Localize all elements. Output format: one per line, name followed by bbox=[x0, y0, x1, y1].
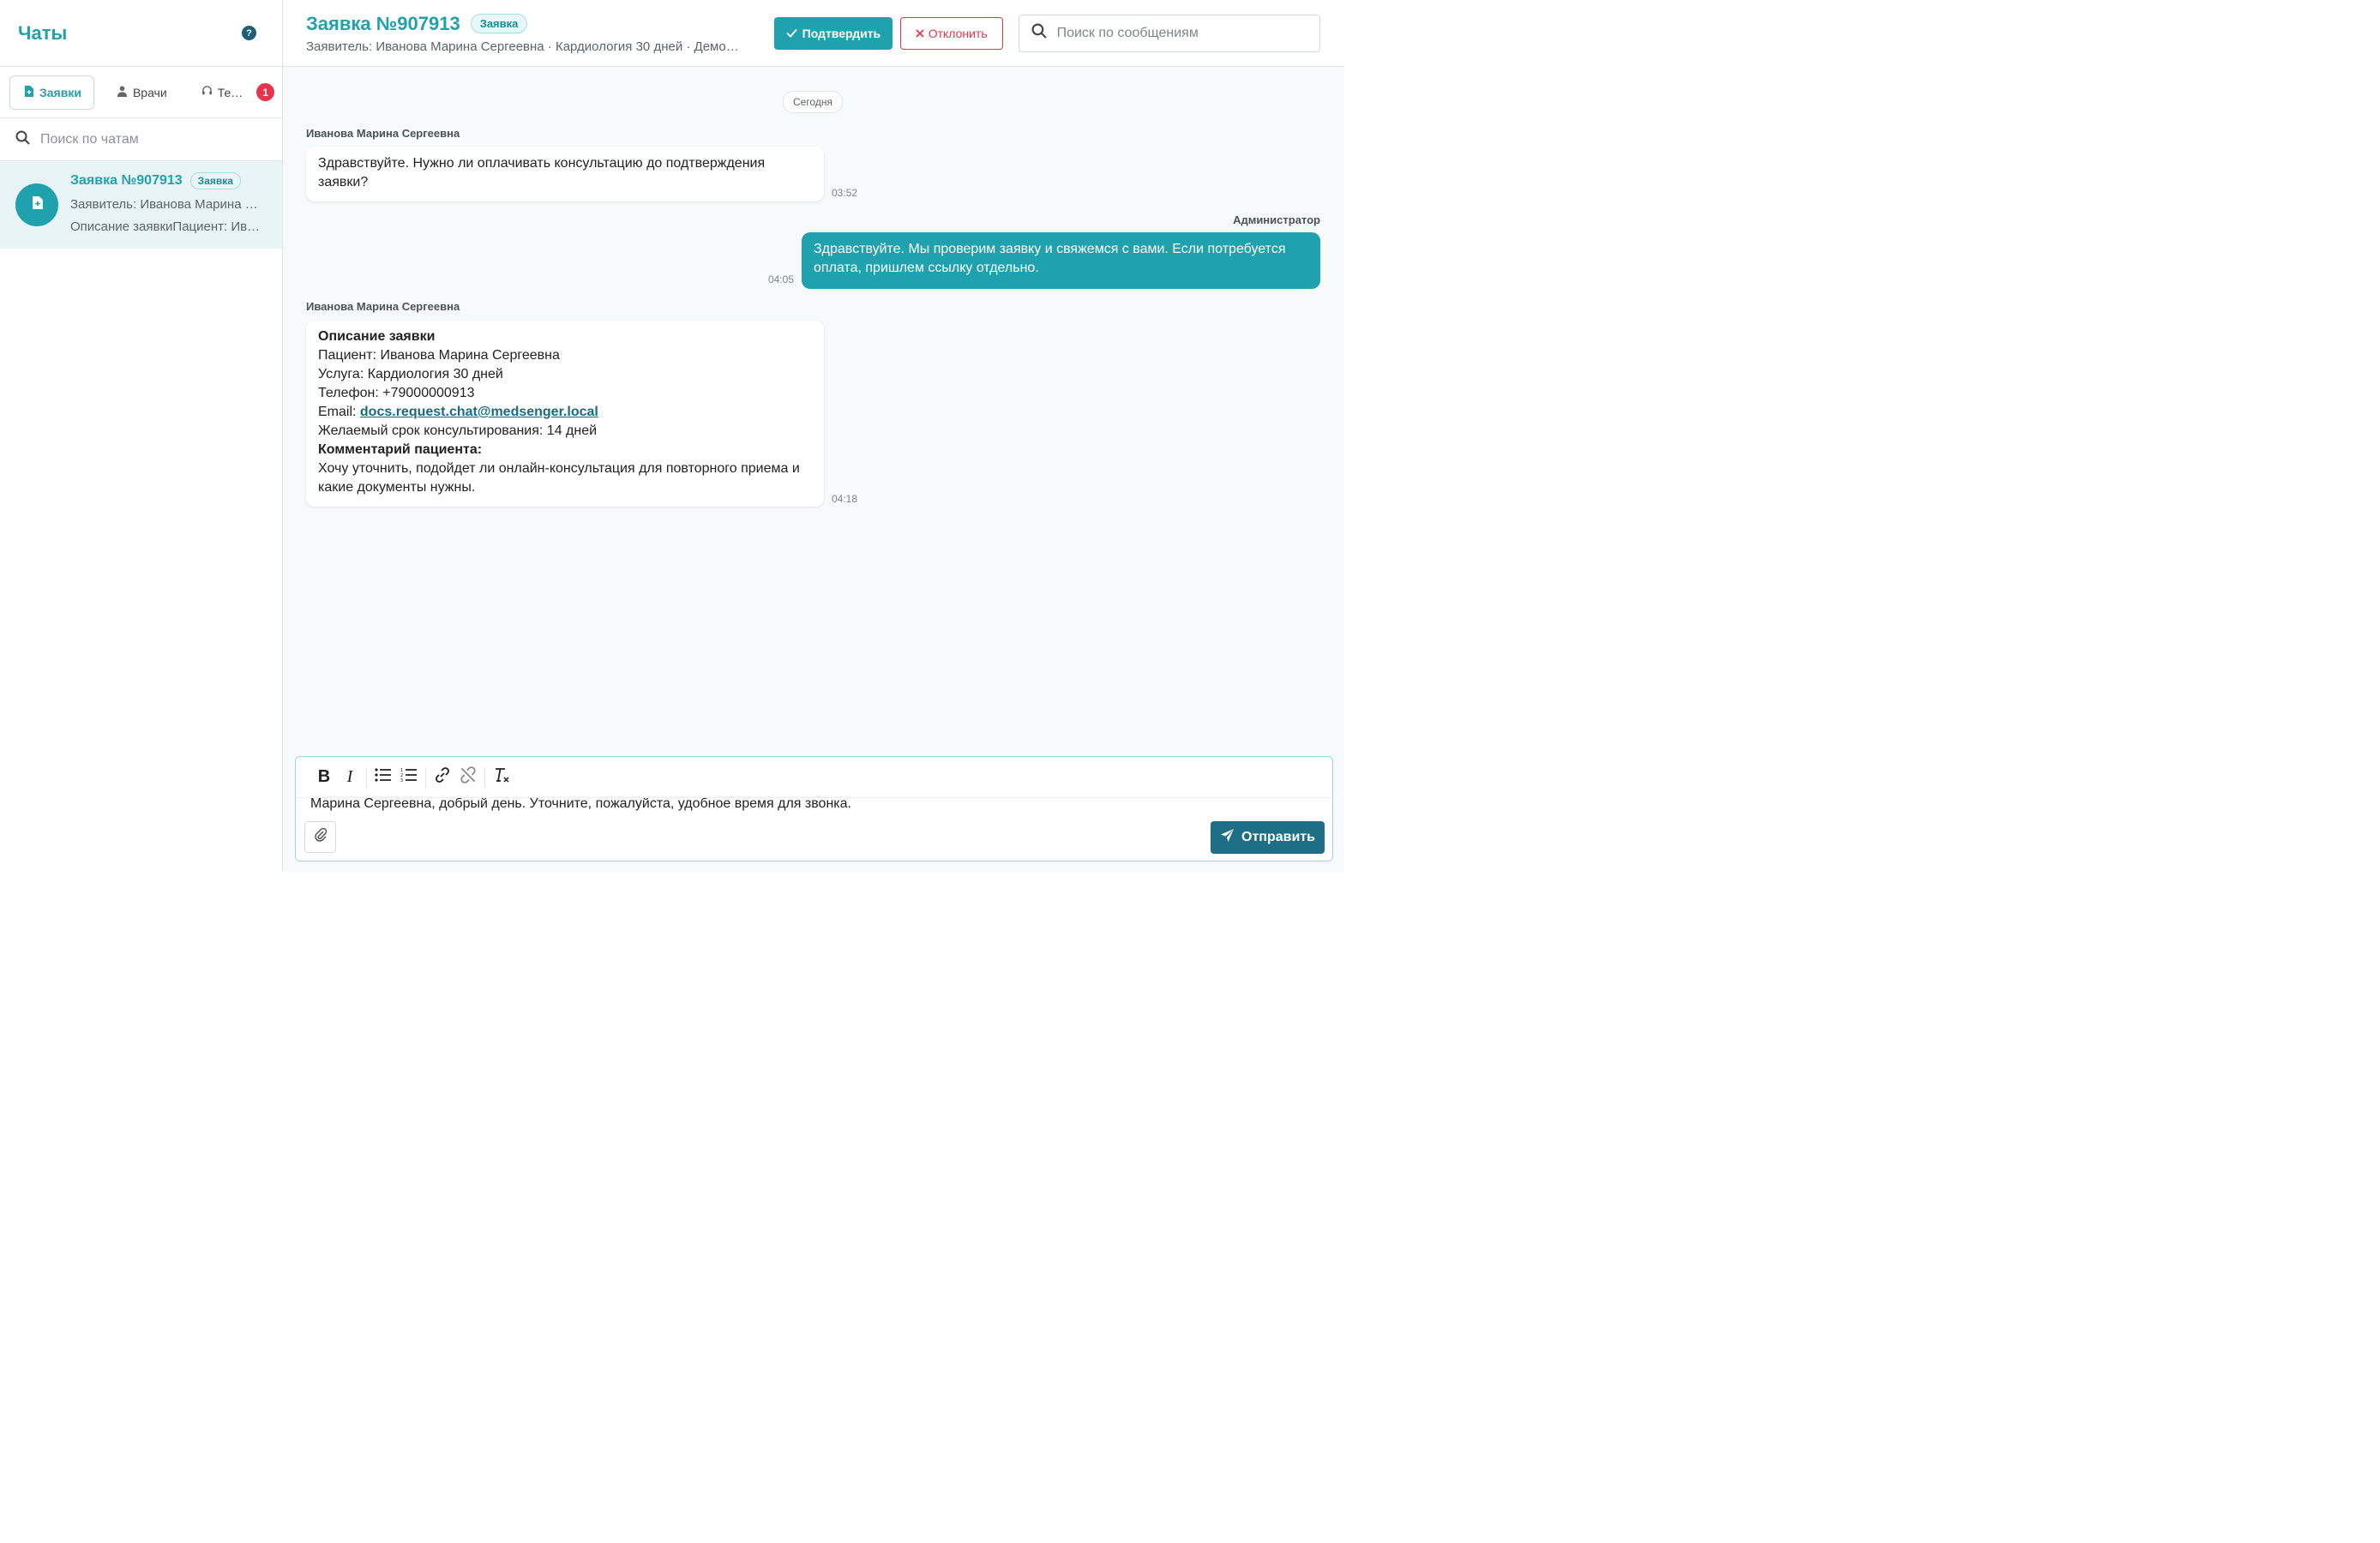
toolbar-divider bbox=[366, 766, 367, 788]
status-badge: Заявка bbox=[470, 14, 528, 33]
message-time: 04:18 bbox=[832, 493, 858, 505]
editor-toolbar: B I 123 bbox=[296, 757, 1332, 798]
message-sender: Администратор bbox=[1233, 213, 1320, 226]
request-term: Желаемый срок консультирования: 14 дней bbox=[318, 423, 598, 438]
numbered-list-icon: 123 bbox=[400, 767, 418, 787]
link-button[interactable] bbox=[430, 765, 455, 790]
sidebar-title: Чаты bbox=[18, 21, 68, 44]
chat-list-item[interactable]: Заявка №907913 Заявка Заявитель: Иванова… bbox=[0, 161, 282, 249]
sidebar-header: Чаты ? bbox=[0, 0, 282, 67]
page-subtitle: Заявитель: Иванова Марина Сергеевна · Ка… bbox=[306, 39, 739, 54]
clear-format-icon bbox=[493, 766, 510, 788]
chat-title: Заявка №907913 bbox=[70, 172, 183, 188]
tab-doctors[interactable]: Врачи bbox=[105, 75, 179, 110]
avatar bbox=[15, 183, 58, 226]
attach-button[interactable] bbox=[304, 821, 336, 853]
tab-label: Врачи bbox=[132, 85, 167, 99]
message-bubble-outgoing: Здравствуйте. Мы проверим заявку и свяже… bbox=[802, 232, 1320, 289]
request-service: Услуга: Кардиология 30 дней bbox=[318, 367, 503, 381]
paperclip-icon bbox=[314, 827, 328, 847]
numbered-list-button[interactable]: 123 bbox=[396, 765, 422, 790]
clear-format-button[interactable] bbox=[489, 765, 514, 790]
reject-button[interactable]: Отклонить bbox=[899, 16, 1003, 50]
chat-applicant: Заявитель: Иванова Марина Сергеевна bbox=[70, 196, 267, 212]
message-composer: B I 123 Марина Сергеевна, добрый день. У… bbox=[295, 756, 1333, 862]
message-sender: Иванова Марина Сергеевна bbox=[306, 300, 460, 313]
message-text: Здравствуйте. Мы проверим заявку и свяже… bbox=[814, 242, 1286, 275]
paper-plane-icon bbox=[1220, 828, 1235, 847]
svg-text:3: 3 bbox=[400, 778, 403, 783]
document-plus-icon bbox=[32, 196, 43, 213]
message-search bbox=[1018, 14, 1320, 52]
confirm-label: Подтвердить bbox=[802, 26, 881, 40]
italic-icon: I bbox=[346, 767, 353, 786]
bold-icon: B bbox=[317, 767, 331, 786]
title-block: Заявка №907913 Заявка Заявитель: Иванова… bbox=[306, 13, 768, 54]
message-text: Здравствуйте. Нужно ли оплачивать консул… bbox=[318, 156, 766, 189]
sidebar: Чаты ? Заявки Врачи Те… 1 Поиск по чатам… bbox=[0, 0, 283, 872]
page-title: Заявка №907913 bbox=[306, 12, 460, 34]
document-plus-icon bbox=[23, 85, 34, 99]
message-search-input[interactable] bbox=[1056, 25, 1307, 41]
chat-tag: Заявка bbox=[189, 171, 241, 189]
message-bubble-incoming: Описание заявки Пациент: Иванова Марина … bbox=[306, 321, 824, 507]
search-icon bbox=[15, 130, 30, 149]
chat-info: Заявка №907913 Заявка Заявитель: Иванова… bbox=[70, 171, 267, 238]
send-button[interactable]: Отправить bbox=[1211, 821, 1325, 854]
message-bubble-incoming: Здравствуйте. Нужно ли оплачивать консул… bbox=[306, 147, 824, 201]
message-sender: Иванова Марина Сергеевна bbox=[306, 127, 460, 140]
reject-label: Отклонить bbox=[928, 26, 988, 40]
tab-requests[interactable]: Заявки bbox=[9, 75, 94, 110]
tab-label: Те… bbox=[217, 85, 243, 99]
request-phone: Телефон: +79000000913 bbox=[318, 386, 475, 400]
message-time: 03:52 bbox=[832, 187, 858, 199]
message-editor[interactable]: Марина Сергеевна, добрый день. Уточните,… bbox=[296, 798, 1332, 812]
comment-heading: Комментарий пациента: bbox=[318, 442, 483, 457]
chat-search bbox=[0, 118, 282, 161]
toolbar-divider bbox=[425, 766, 426, 788]
bullet-list-icon bbox=[375, 767, 392, 787]
request-email-label: Email: bbox=[318, 405, 360, 419]
link-icon bbox=[434, 766, 451, 788]
check-icon bbox=[785, 27, 797, 40]
unread-badge: 1 bbox=[256, 83, 275, 101]
message-time: 04:05 bbox=[768, 273, 795, 285]
search-icon bbox=[1031, 23, 1047, 43]
chat-main: Заявка №907913 Заявка Заявитель: Иванова… bbox=[283, 0, 1344, 872]
tab-support[interactable]: Те… 1 bbox=[189, 75, 287, 110]
chat-search-input[interactable] bbox=[40, 131, 267, 147]
tab-label: Заявки bbox=[39, 85, 81, 99]
email-link[interactable]: docs.request.chat@medsenger.local bbox=[360, 405, 598, 419]
confirm-button[interactable]: Подтвердить bbox=[774, 16, 892, 50]
close-icon bbox=[916, 27, 924, 40]
request-patient: Пациент: Иванова Марина Сергеевна bbox=[318, 348, 560, 363]
help-icon[interactable]: ? bbox=[242, 26, 256, 40]
toolbar-divider bbox=[484, 766, 485, 788]
headset-icon bbox=[201, 85, 213, 99]
message-list: Сегодня Иванова Марина Сергеевна Здравст… bbox=[283, 67, 1344, 753]
italic-button[interactable]: I bbox=[337, 765, 363, 790]
send-label: Отправить bbox=[1241, 830, 1315, 844]
date-separator: Сегодня bbox=[783, 91, 843, 113]
sidebar-tabs: Заявки Врачи Те… 1 bbox=[0, 67, 282, 118]
bold-button[interactable]: B bbox=[311, 765, 337, 790]
doctor-icon bbox=[117, 85, 128, 99]
unlink-icon bbox=[459, 765, 478, 789]
bullet-list-button[interactable] bbox=[370, 765, 396, 790]
chat-preview: Описание заявкиПациент: Иванова Марина С… bbox=[70, 219, 267, 234]
request-heading: Описание заявки bbox=[318, 329, 436, 344]
unlink-button[interactable] bbox=[455, 765, 481, 790]
chat-header: Заявка №907913 Заявка Заявитель: Иванова… bbox=[283, 0, 1344, 67]
request-comment: Хочу уточнить, подойдет ли онлайн-консул… bbox=[318, 461, 800, 495]
